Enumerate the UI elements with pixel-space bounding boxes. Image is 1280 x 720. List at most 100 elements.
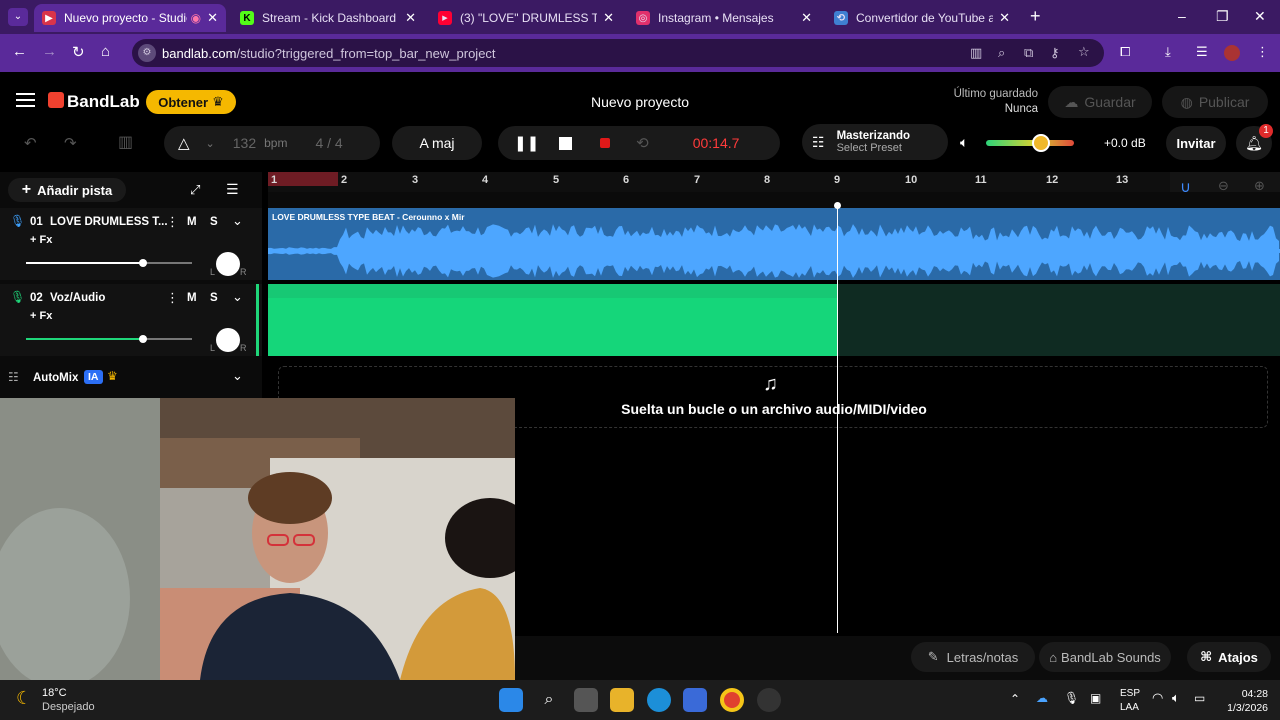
- close-tab-icon[interactable]: ✕: [999, 10, 1010, 26]
- tab-instagram[interactable]: ◎ Instagram • Mensajes ✕: [628, 4, 820, 32]
- mastering-button[interactable]: ☷ Masterizando Select Preset: [802, 124, 948, 160]
- cast-icon[interactable]: ⧉: [1024, 45, 1033, 61]
- fx-button[interactable]: + Fx: [30, 234, 52, 246]
- loop-icon[interactable]: ⟲: [636, 134, 649, 152]
- bpm-value[interactable]: 132: [233, 135, 256, 151]
- reload-icon[interactable]: ↻: [72, 43, 85, 61]
- bookmark-star-icon[interactable]: ☆: [1078, 44, 1090, 60]
- tray-app-icon[interactable]: ▣: [1090, 691, 1101, 705]
- chevron-up-icon[interactable]: ⌃: [1010, 692, 1020, 706]
- undo-icon[interactable]: ↶: [24, 134, 37, 152]
- task-view-icon[interactable]: [574, 688, 598, 712]
- zoom-icon[interactable]: ⌕: [998, 45, 1005, 61]
- chevron-down-icon[interactable]: ⌄: [232, 213, 243, 229]
- maximize-icon[interactable]: ❐: [1216, 8, 1229, 25]
- track-header-1[interactable]: 🎙︎ 01 LOVE DRUMLESS T... ⋮ M S ⌄ + Fx L …: [0, 208, 262, 280]
- close-tab-icon[interactable]: ✕: [207, 10, 218, 26]
- solo-button[interactable]: S: [210, 216, 218, 228]
- key-selector[interactable]: A maj: [392, 126, 482, 160]
- close-tab-icon[interactable]: ✕: [603, 10, 614, 26]
- slider-thumb[interactable]: [139, 335, 147, 343]
- pan-knob[interactable]: [216, 252, 240, 276]
- project-title[interactable]: Nuevo proyecto: [540, 94, 740, 110]
- speaker-icon[interactable]: 🔈︎: [960, 134, 968, 151]
- mute-button[interactable]: M: [187, 292, 197, 304]
- browser-menu-icon[interactable]: ⋮: [1256, 44, 1269, 60]
- tab-bandlab[interactable]: ▶ Nuevo proyecto - Studio ◉ ✕: [34, 4, 226, 32]
- metronome-icon[interactable]: △: [178, 134, 190, 152]
- publish-button[interactable]: ◍ Publicar: [1162, 86, 1268, 118]
- master-volume-slider[interactable]: [986, 134, 1074, 152]
- automix-row[interactable]: ☷ AutoMix IA ♛ ⌄: [0, 368, 262, 390]
- close-window-icon[interactable]: ✕: [1254, 8, 1266, 25]
- hamburger-menu-icon[interactable]: [16, 93, 35, 107]
- volume-tray-icon[interactable]: 🔈︎: [1172, 690, 1180, 706]
- windows-start-icon[interactable]: [499, 688, 523, 712]
- mute-button[interactable]: M: [187, 216, 197, 228]
- save-button[interactable]: ☁ Guardar: [1048, 86, 1152, 118]
- media-control-icon[interactable]: ☰: [1196, 44, 1208, 60]
- automation-icon[interactable]: ⤢: [190, 182, 200, 198]
- track-volume-slider[interactable]: [26, 335, 192, 343]
- back-icon[interactable]: ←: [12, 43, 27, 60]
- stop-icon[interactable]: [559, 136, 573, 150]
- bandlab-brand[interactable]: BandLab: [67, 92, 140, 112]
- search-icon[interactable]: ⌕: [537, 688, 561, 712]
- tab-kick[interactable]: K Stream - Kick Dashboard ✕: [232, 4, 424, 32]
- fx-button[interactable]: + Fx: [30, 310, 52, 322]
- edge-icon[interactable]: [647, 688, 671, 712]
- track-header-2[interactable]: 🎙︎ 02 Voz/Audio ⋮ M S ⌄ + Fx L R: [0, 284, 262, 356]
- bandlab-sounds-button[interactable]: ⌂ BandLab Sounds: [1039, 642, 1171, 672]
- close-tab-icon[interactable]: ✕: [801, 10, 812, 26]
- volume-knob[interactable]: [1031, 134, 1050, 152]
- weather-desc[interactable]: Despejado: [42, 701, 95, 713]
- forward-icon[interactable]: →: [42, 43, 57, 60]
- redo-icon[interactable]: ↷: [64, 134, 77, 152]
- audio-clip-voice[interactable]: [268, 284, 838, 356]
- mic-tray-icon[interactable]: 🎙︎: [1064, 691, 1079, 705]
- clock-time[interactable]: 04:28: [1226, 688, 1268, 700]
- weather-temp[interactable]: 18°C: [42, 687, 67, 699]
- sidepanel-icon[interactable]: ▥: [970, 45, 982, 61]
- invite-button[interactable]: Invitar: [1166, 126, 1226, 160]
- track-menu-icon[interactable]: ⋮: [166, 290, 179, 306]
- audio-clip-beat[interactable]: LOVE DRUMLESS TYPE BEAT - Cerounno x Mir: [268, 208, 1280, 280]
- track-name[interactable]: LOVE DRUMLESS T...: [50, 216, 168, 228]
- shortcuts-button[interactable]: ⌘ Atajos: [1187, 642, 1271, 672]
- obs-icon[interactable]: [757, 688, 781, 712]
- tab-youtube[interactable]: ▶ (3) "LOVE" DRUMLESS TYPE BEAT ✕: [430, 4, 622, 32]
- track-name[interactable]: Voz/Audio: [50, 292, 105, 304]
- pan-knob[interactable]: [216, 328, 240, 352]
- tab-converter[interactable]: ⟲ Convertidor de YouTube a MP3 ✕: [826, 4, 1018, 32]
- chrome-icon[interactable]: [720, 688, 744, 712]
- extensions-icon[interactable]: ⧠: [1120, 44, 1130, 60]
- instrument-icon[interactable]: ▥: [118, 132, 133, 152]
- time-signature[interactable]: 4 / 4: [315, 135, 342, 151]
- store-icon[interactable]: [683, 688, 707, 712]
- pause-icon[interactable]: ❚❚: [514, 134, 539, 152]
- language-code[interactable]: ESP: [1120, 688, 1140, 699]
- lyrics-notes-button[interactable]: ✎ Letras/notas: [911, 642, 1035, 672]
- close-tab-icon[interactable]: ✕: [405, 10, 416, 26]
- add-track-button[interactable]: + Añadir pista: [8, 178, 126, 202]
- track-volume-slider[interactable]: [26, 259, 192, 267]
- track-settings-icon[interactable]: ☰: [226, 181, 239, 198]
- profile-avatar-icon[interactable]: [1224, 45, 1240, 61]
- chevron-down-icon[interactable]: ⌄: [232, 368, 243, 384]
- language-region[interactable]: LAA: [1120, 702, 1139, 713]
- onedrive-icon[interactable]: ☁: [1036, 691, 1048, 705]
- minimize-icon[interactable]: –: [1178, 8, 1186, 24]
- tab-search-icon[interactable]: ⌄: [8, 8, 28, 26]
- file-explorer-icon[interactable]: [610, 688, 634, 712]
- wifi-icon[interactable]: ◠: [1152, 690, 1163, 706]
- battery-icon[interactable]: ▭: [1194, 691, 1205, 705]
- chevron-down-icon[interactable]: ⌄: [232, 289, 243, 305]
- slider-thumb[interactable]: [139, 259, 147, 267]
- download-icon[interactable]: ⤓: [1165, 44, 1171, 60]
- record-icon[interactable]: [600, 138, 611, 148]
- solo-button[interactable]: S: [210, 292, 218, 304]
- clock-date[interactable]: 1/3/2026: [1214, 702, 1268, 714]
- password-key-icon[interactable]: ⚷: [1050, 45, 1060, 61]
- home-icon[interactable]: ⌂: [101, 43, 110, 60]
- playhead[interactable]: [837, 205, 838, 633]
